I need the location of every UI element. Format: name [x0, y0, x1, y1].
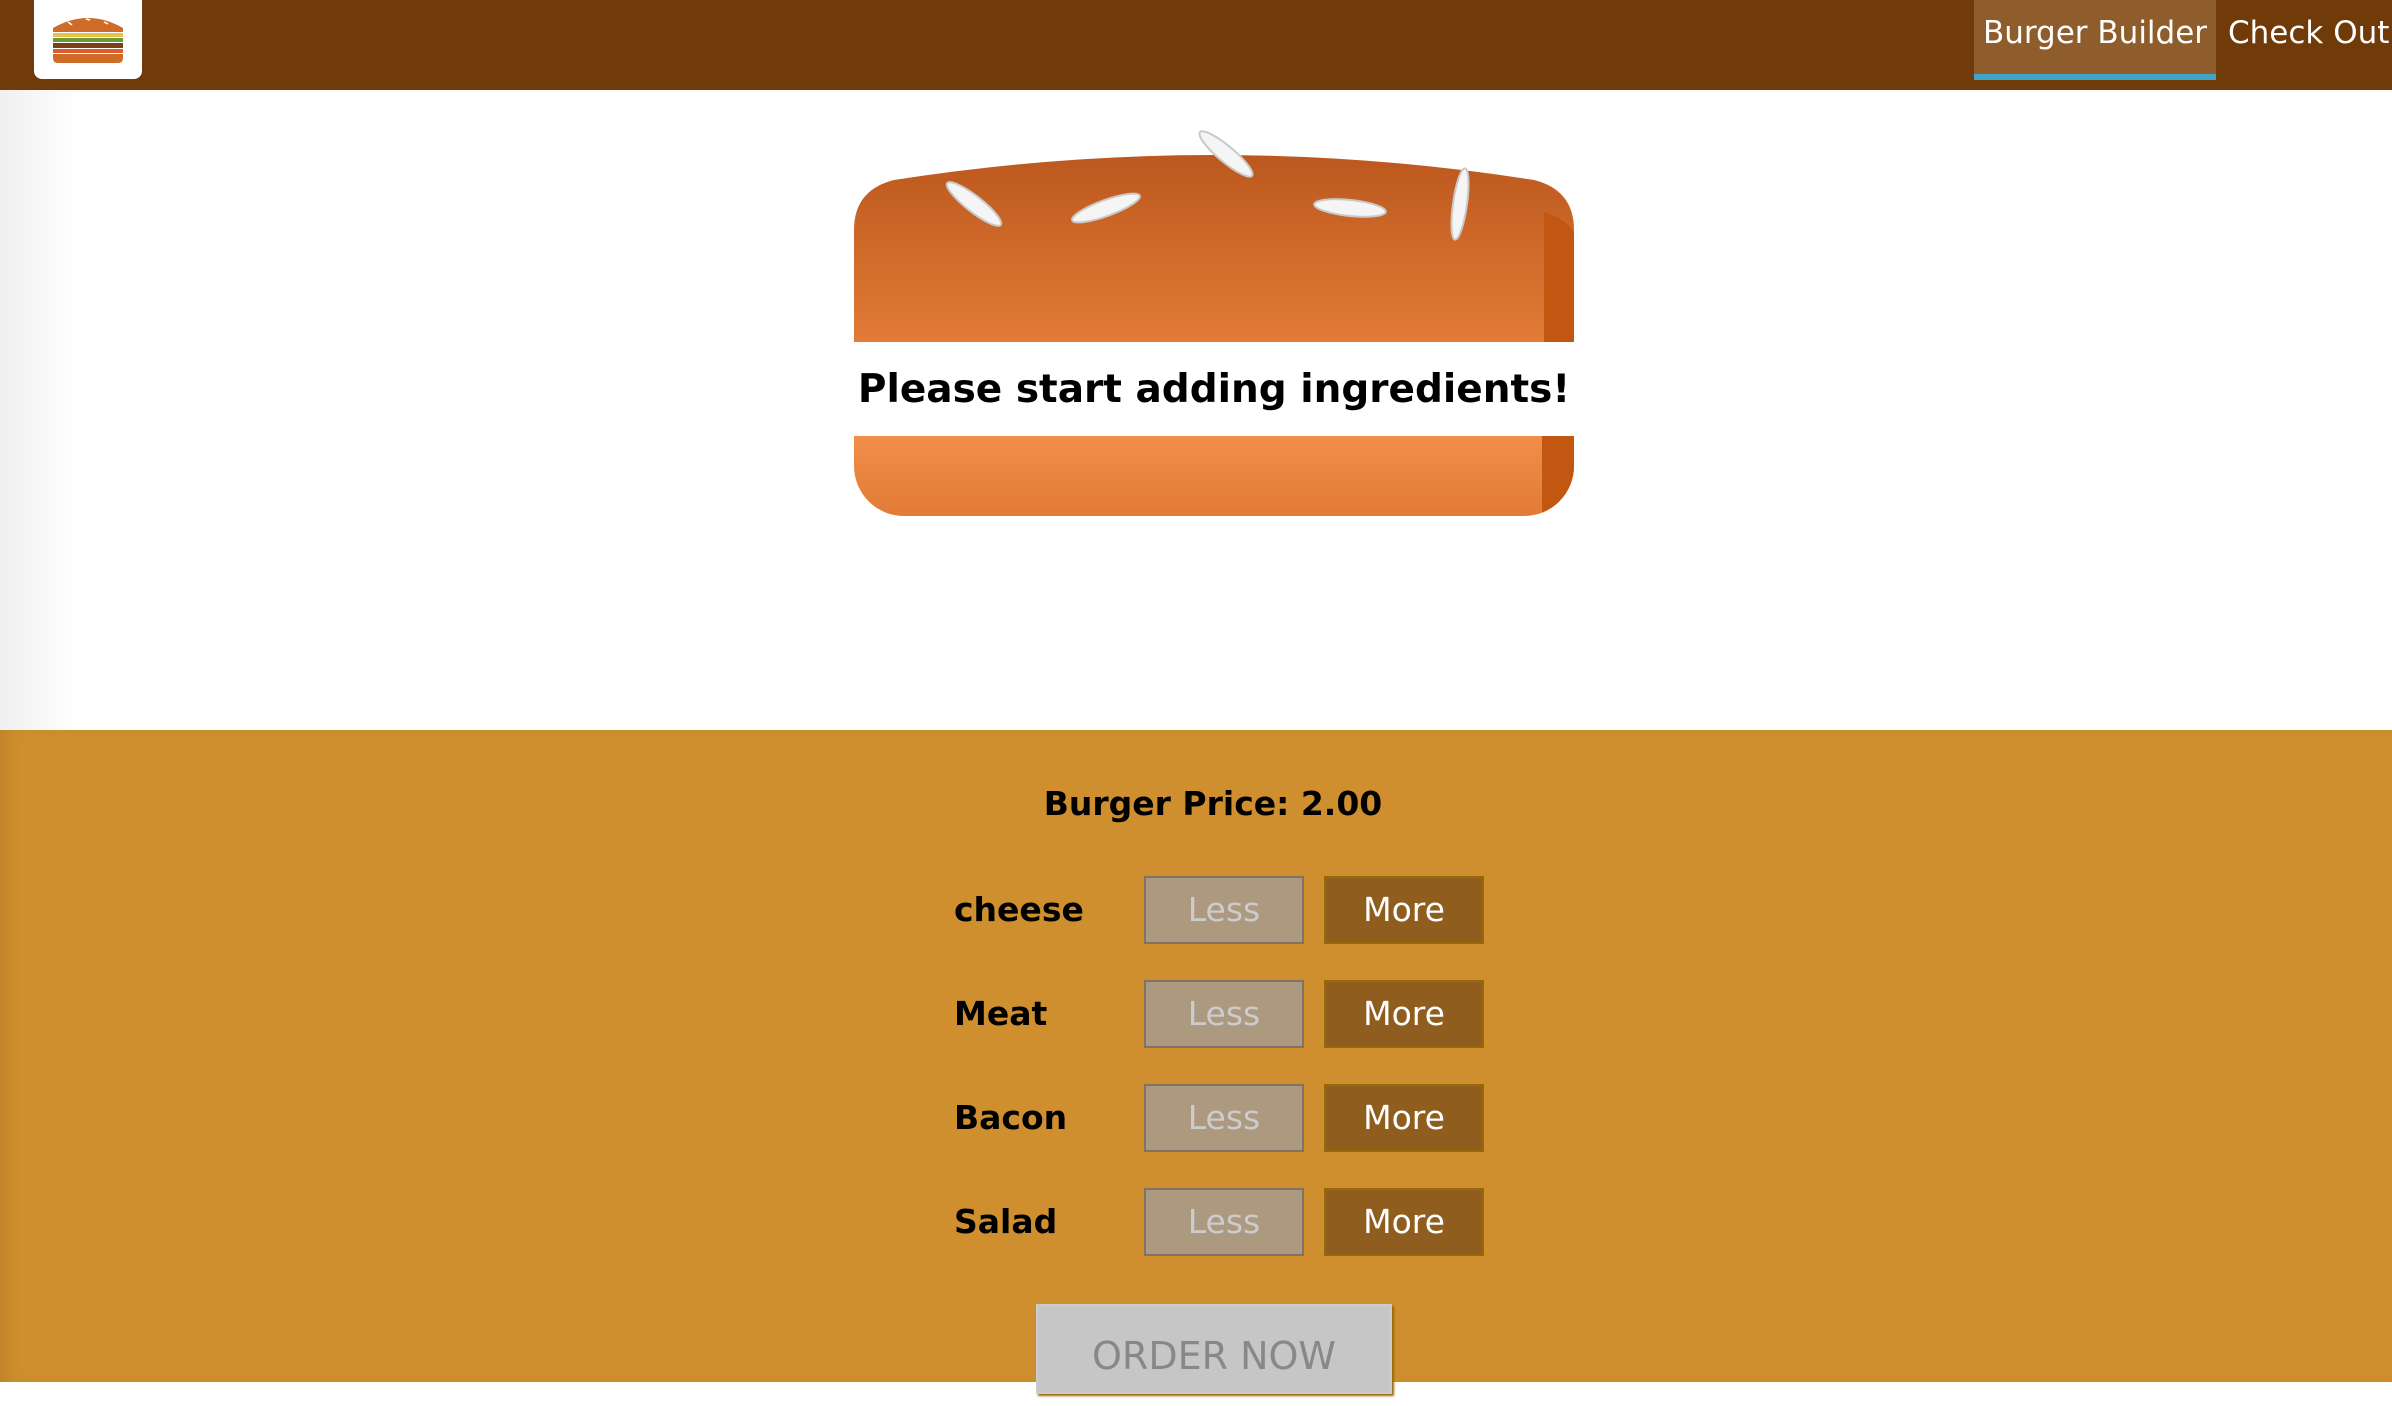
bread-bottom [854, 436, 1574, 516]
bread-top [854, 130, 1574, 342]
side-shadow [0, 90, 80, 730]
ingredient-label: Meat [954, 994, 1048, 1033]
nav-burger-builder[interactable]: Burger Builder [1974, 0, 2216, 80]
more-bacon-button[interactable]: More [1324, 1084, 1484, 1152]
more-meat-button[interactable]: More [1324, 980, 1484, 1048]
burger-preview: Please start adding ingredients! [0, 90, 2392, 730]
build-controls: Burger Price: 2.00 cheese Less More Meat… [0, 730, 2392, 1394]
toolbar: Burger Builder Check Out [0, 0, 2392, 90]
less-bacon-button[interactable]: Less [1144, 1084, 1304, 1152]
ingredient-label: cheese [954, 890, 1084, 929]
control-row-salad: Salad Less More [954, 1188, 1484, 1256]
nav-check-out[interactable]: Check Out [2218, 0, 2392, 80]
less-salad-button[interactable]: Less [1144, 1188, 1304, 1256]
order-now-button[interactable]: ORDER NOW [1036, 1304, 1392, 1394]
more-salad-button[interactable]: More [1324, 1188, 1484, 1256]
control-row-cheese: cheese Less More [954, 876, 1484, 944]
ingredient-label: Salad [954, 1202, 1058, 1241]
less-meat-button[interactable]: Less [1144, 980, 1304, 1048]
ingredient-label: Bacon [954, 1098, 1068, 1137]
control-row-bacon: Bacon Less More [954, 1084, 1484, 1152]
control-row-meat: Meat Less More [954, 980, 1484, 1048]
burger-logo-icon[interactable] [34, 0, 142, 79]
less-cheese-button[interactable]: Less [1144, 876, 1304, 944]
empty-burger-message: Please start adding ingredients! [854, 345, 1574, 435]
more-cheese-button[interactable]: More [1324, 876, 1484, 944]
burger-price: Burger Price: 2.00 [1043, 784, 1383, 823]
bread-bottom-edge [1542, 436, 1574, 516]
burger-logo-graphic [53, 18, 123, 63]
